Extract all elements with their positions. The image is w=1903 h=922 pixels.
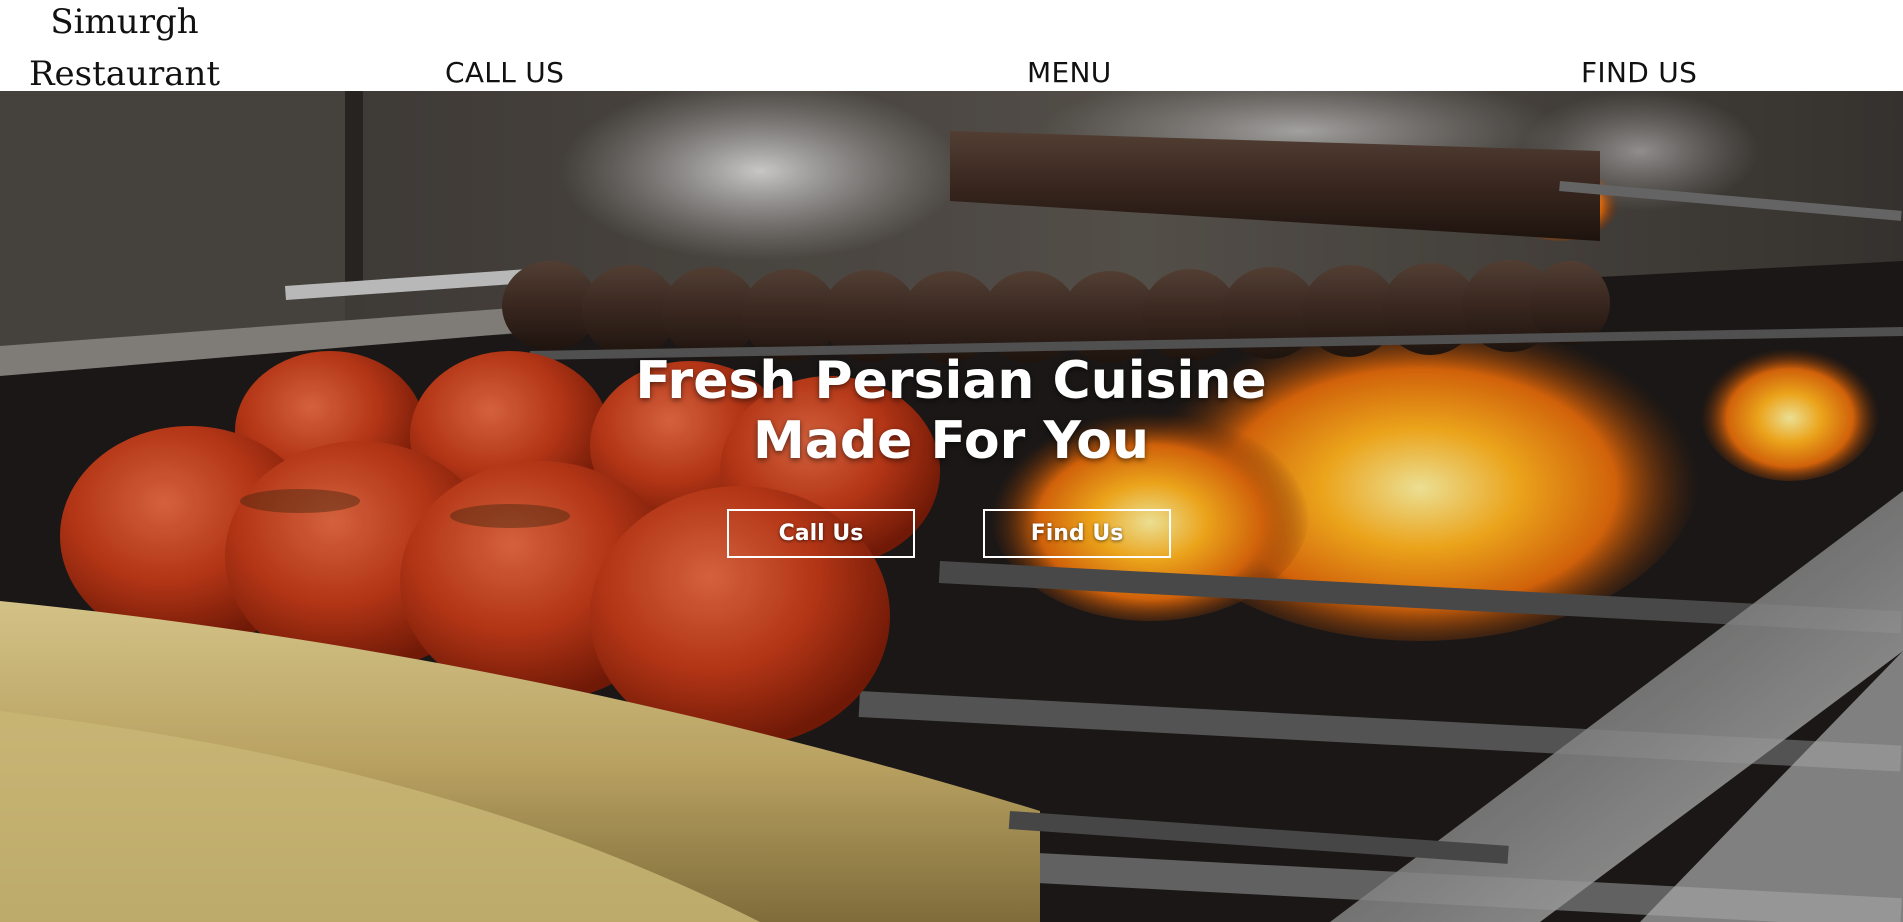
nav-call-us-link[interactable]: CALL US (445, 56, 564, 89)
hero-title-line-2: Made For You (753, 411, 1149, 471)
restaurant-logo[interactable]: Simurgh Restaurant (22, 0, 227, 100)
site-header: Simurgh Restaurant CALL US MENU FIND US (0, 0, 1903, 94)
logo-line-2: Restaurant (28, 54, 221, 94)
nav-menu-link[interactable]: MENU (1027, 56, 1112, 89)
hero-background-image (0, 91, 1903, 922)
hero-title: Fresh Persian Cuisine Made For You (451, 351, 1451, 471)
call-us-button[interactable]: Call Us (727, 509, 915, 558)
logo-line-1: Simurgh (50, 2, 199, 42)
hero-section: Fresh Persian Cuisine Made For You Call … (0, 91, 1903, 922)
page: Simurgh Restaurant CALL US MENU FIND US (0, 0, 1903, 922)
hero-title-line-1: Fresh Persian Cuisine (635, 351, 1267, 411)
find-us-button[interactable]: Find Us (983, 509, 1171, 558)
nav-find-us-link[interactable]: FIND US (1581, 56, 1697, 89)
